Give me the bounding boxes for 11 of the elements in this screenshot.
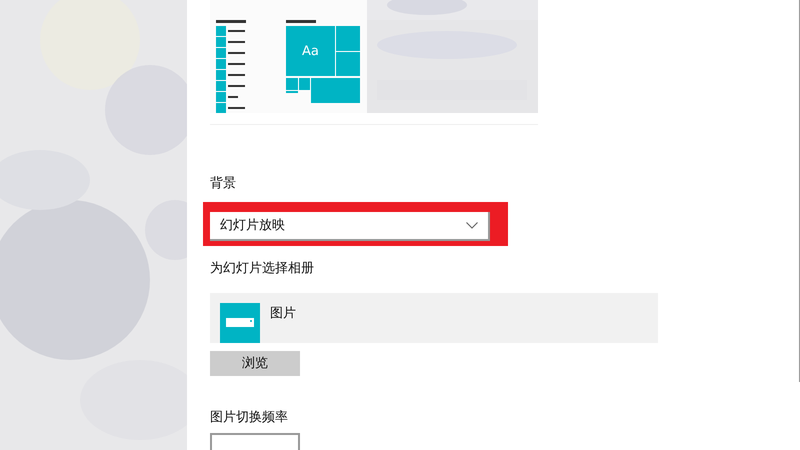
album-item[interactable]: 图片: [210, 292, 658, 344]
chevron-icon: [466, 222, 478, 229]
picture-folder-icon: [220, 302, 260, 343]
interval-label: 图片切换频率: [210, 409, 289, 428]
background-label: 背景: [210, 174, 237, 193]
album-name: 图片: [270, 304, 296, 323]
browse-button[interactable]: 浏览: [210, 351, 300, 376]
tile-label: Aa: [302, 45, 319, 58]
album-label: 为幻灯片选择相册: [210, 260, 315, 278]
background-dropdown[interactable]: 幻灯片放映: [210, 212, 490, 241]
interval-dropdown[interactable]: [210, 433, 300, 450]
